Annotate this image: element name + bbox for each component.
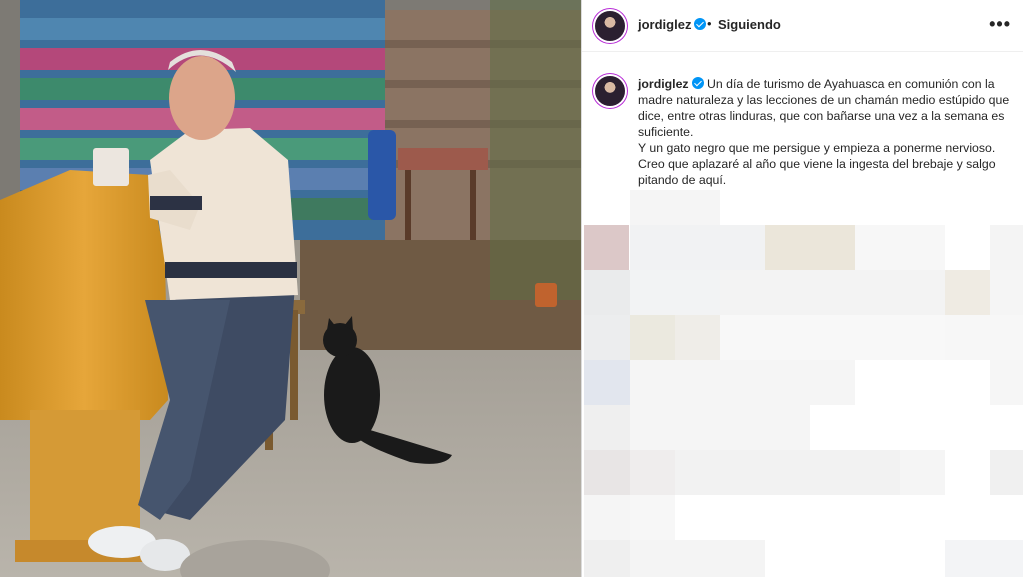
post-photo[interactable] <box>0 0 581 577</box>
post-header: jordiglez • Siguiendo ••• <box>582 0 1023 52</box>
caption: jordiglez Un día de turismo de Ayahuasca… <box>638 76 1013 188</box>
avatar[interactable] <box>595 11 625 41</box>
verified-badge-icon <box>694 18 707 30</box>
post-sidebar: jordiglez • Siguiendo ••• jordiglez Un d… <box>582 0 1023 577</box>
caption-avatar[interactable] <box>595 76 625 106</box>
separator-dot: • <box>707 16 712 31</box>
caption-text: Un día de turismo de Ayahuasca en comuni… <box>638 77 1010 187</box>
follow-status-button[interactable]: Siguiendo <box>718 17 781 32</box>
caption-username-link[interactable]: jordiglez <box>638 77 704 91</box>
verified-badge-icon <box>691 77 704 89</box>
username-text: jordiglez <box>638 17 692 32</box>
post-image <box>0 0 581 577</box>
username-link[interactable]: jordiglez <box>638 17 707 32</box>
more-options-icon[interactable]: ••• <box>989 14 1011 35</box>
caption-username-text: jordiglez <box>638 77 689 91</box>
pixelated-comments-area <box>582 190 1023 577</box>
